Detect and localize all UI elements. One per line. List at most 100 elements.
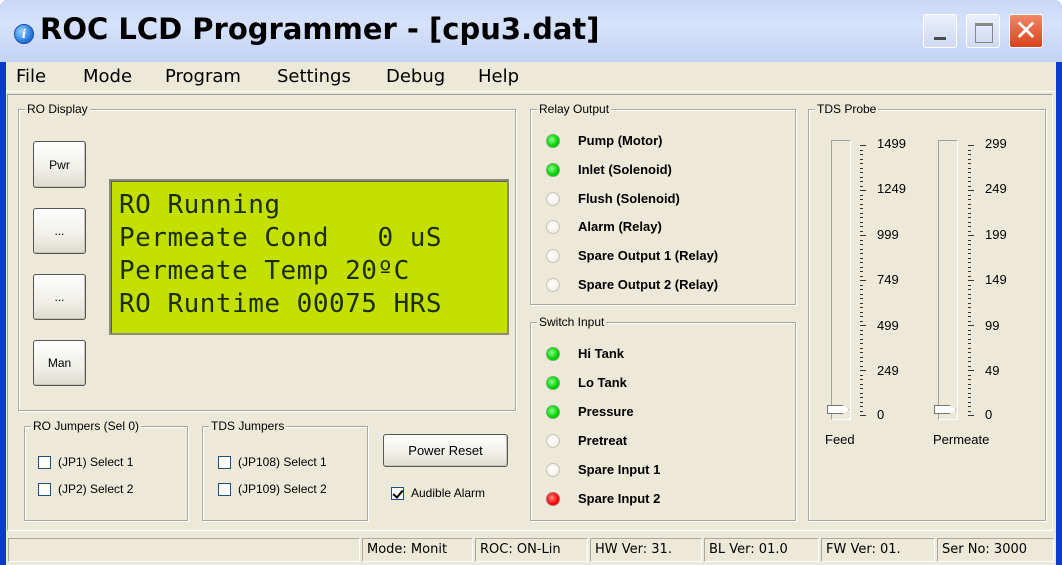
scale-tick	[968, 158, 971, 160]
feed-scale-label: 1499	[877, 136, 906, 151]
scale-tick	[860, 167, 863, 169]
display-button-2[interactable]: ...	[33, 274, 86, 320]
scale-tick	[860, 185, 863, 187]
permeate-slider-track[interactable]	[938, 140, 958, 420]
scale-tick	[860, 262, 863, 263]
menu-help[interactable]: Help	[478, 66, 519, 87]
feed-slider-track[interactable]	[831, 140, 851, 420]
scale-tick	[860, 347, 863, 349]
led-indicator	[546, 405, 560, 419]
led-indicator	[546, 347, 560, 361]
scale-tick	[968, 217, 971, 218]
lcd-screen: RO Running Permeate Cond 0 uS Permeate T…	[109, 179, 509, 335]
scale-tick	[968, 370, 974, 371]
scale-tick	[860, 302, 863, 304]
scale-tick	[968, 194, 971, 196]
scale-tick	[860, 334, 863, 335]
scale-tick	[968, 352, 971, 353]
scale-tick	[968, 176, 971, 178]
ro-display-title: RO Display	[25, 101, 90, 117]
scale-tick	[968, 239, 971, 241]
feed-label: Feed	[825, 432, 855, 447]
scale-tick	[860, 298, 863, 299]
app-info-icon[interactable]: i	[14, 24, 34, 44]
switch-label: Spare Input 1	[578, 462, 661, 477]
menu-debug[interactable]: Debug	[386, 66, 445, 87]
jp109-label: (JP109) Select 2	[238, 482, 327, 496]
menu-program[interactable]: Program	[165, 66, 241, 87]
audible-alarm-checkbox[interactable]	[391, 487, 404, 500]
scale-tick	[860, 190, 866, 191]
permeate-scale-label: 249	[985, 181, 1007, 196]
close-button[interactable]: ✕	[1009, 14, 1043, 48]
jp2-checkbox[interactable]	[38, 483, 51, 496]
scale-tick	[860, 370, 866, 371]
scale-tick	[860, 221, 863, 223]
scale-tick	[968, 406, 971, 407]
scale-tick	[860, 352, 863, 353]
scale-tick	[860, 194, 863, 196]
led-indicator	[546, 192, 560, 206]
jp109-checkbox[interactable]	[218, 483, 231, 496]
scale-tick	[968, 307, 971, 308]
scale-tick	[968, 280, 974, 281]
scale-tick	[968, 334, 971, 335]
jp1-checkbox[interactable]	[38, 456, 51, 469]
scale-tick	[968, 316, 971, 317]
scale-tick	[968, 284, 971, 286]
scale-tick	[968, 410, 971, 412]
scale-tick	[860, 217, 863, 218]
relay-row-inlet: Inlet (Solenoid)	[546, 160, 791, 182]
close-icon: ✕	[1014, 14, 1038, 47]
scale-tick	[860, 154, 863, 155]
relay-label: Inlet (Solenoid)	[578, 162, 672, 177]
feed-scale-label: 749	[877, 272, 899, 287]
scale-tick	[860, 212, 863, 214]
scale-tick	[860, 410, 863, 412]
led-indicator	[546, 376, 560, 390]
minimize-button[interactable]	[923, 14, 957, 48]
scale-tick	[968, 401, 971, 403]
tds-jumpers-group: TDS Jumpers	[202, 418, 368, 521]
scale-tick	[860, 266, 863, 268]
scale-tick	[968, 397, 971, 398]
menu-settings[interactable]: Settings	[277, 66, 351, 87]
scale-tick	[968, 311, 971, 313]
main-panel: RO Display Pwr ... ... Man RO Running Pe…	[6, 94, 1056, 532]
jp1-checkbox-row[interactable]: (JP1) Select 1	[38, 454, 183, 472]
scale-tick	[968, 415, 974, 416]
scale-tick	[860, 230, 863, 232]
feed-scale-label: 249	[877, 363, 899, 378]
jp108-checkbox[interactable]	[218, 456, 231, 469]
audible-alarm-row[interactable]: Audible Alarm	[391, 485, 511, 503]
scale-tick	[968, 244, 971, 245]
scale-tick	[968, 203, 971, 205]
menu-mode[interactable]: Mode	[83, 66, 132, 87]
scale-tick	[860, 397, 863, 398]
ro-jumpers-title: RO Jumpers (Sel 0)	[31, 418, 142, 434]
jp2-checkbox-row[interactable]: (JP2) Select 2	[38, 481, 183, 499]
led-indicator	[546, 278, 560, 292]
title-bar[interactable]: i ROC LCD Programmer - [cpu3.dat] ✕	[0, 0, 1062, 62]
man-button[interactable]: Man	[33, 340, 86, 386]
scale-tick	[860, 163, 863, 164]
scale-tick	[968, 266, 971, 268]
jp109-checkbox-row[interactable]: (JP109) Select 2	[218, 481, 366, 499]
scale-tick	[968, 343, 971, 344]
switch-label: Pretreat	[578, 433, 628, 448]
jp108-checkbox-row[interactable]: (JP108) Select 1	[218, 454, 366, 472]
power-reset-button[interactable]: Power Reset	[383, 434, 508, 467]
scale-tick	[860, 415, 866, 416]
display-button-1[interactable]: ...	[33, 208, 86, 254]
pwr-button[interactable]: Pwr	[33, 141, 86, 188]
permeate-scale-label: 49	[985, 363, 1000, 378]
scale-tick	[860, 338, 863, 340]
scale-tick	[968, 163, 971, 164]
window-title: ROC LCD Programmer - [cpu3.dat]	[40, 12, 600, 46]
menu-bar: File Mode Program Settings Debug Help	[6, 62, 1056, 92]
scale-tick	[860, 145, 866, 146]
menu-file[interactable]: File	[16, 66, 46, 87]
maximize-button[interactable]	[966, 14, 1000, 48]
scale-tick	[968, 379, 971, 380]
scale-tick	[968, 257, 971, 259]
